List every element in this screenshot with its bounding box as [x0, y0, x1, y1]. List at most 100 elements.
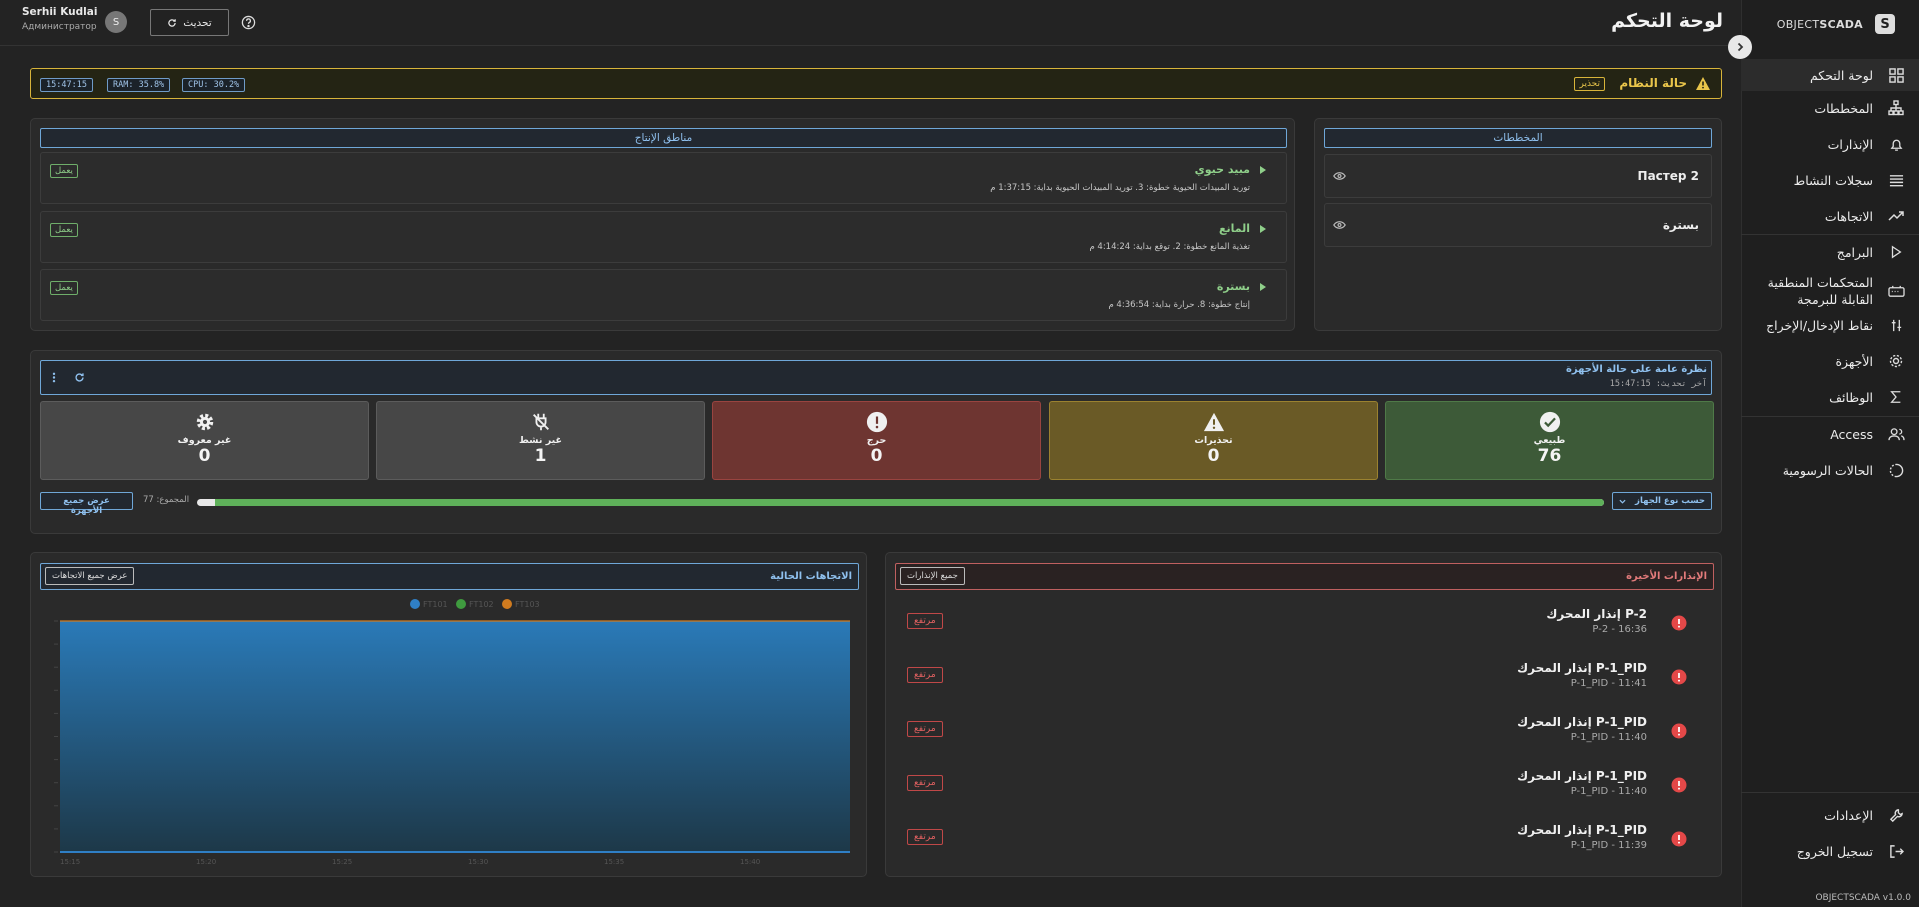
all-trends-button[interactable]: عرض جميع الاتجاهات [45, 567, 135, 585]
zone-item[interactable]: بسترة إنتاج خطوة: 8. حرارة بداية: 4:36:5… [40, 269, 1287, 321]
devices-overview-header: نظرة عامة على حالة الأجهزة آخر تحديث: 15… [40, 360, 1712, 395]
alarm-level-badge: مرتفع [907, 775, 943, 791]
sidebar-item-settings[interactable]: الإعدادات [1741, 799, 1919, 831]
alarm-item[interactable]: إنذار المحرك P-2 P-2 - 16:36 مرتفع [895, 600, 1699, 650]
avatar[interactable]: S [105, 11, 127, 33]
diagram-item-name: بسترة [1662, 218, 1699, 232]
diagrams-panel: المخططات Пастер 2 بسترة [1314, 118, 1722, 331]
gear-icon [1887, 352, 1905, 370]
all-alarms-button[interactable]: جميع الإنذارات [900, 567, 965, 585]
sidebar-item-functions[interactable]: الوظائف [1741, 381, 1919, 413]
device-card-warnings[interactable]: تحذيرات 0 [1049, 401, 1378, 480]
current-trends-title: الاتجاهات الحالية [770, 571, 852, 582]
dashboard-icon [1887, 66, 1905, 84]
diagram-item[interactable]: Пастер 2 [1324, 154, 1712, 198]
sidebar-item-dashboard[interactable]: لوحة التحكم [1741, 59, 1919, 91]
device-card-critical[interactable]: حرج 0 [712, 401, 1041, 480]
plc-icon [1887, 282, 1905, 300]
eye-icon[interactable] [1333, 171, 1346, 181]
sidebar-item-activity-logs[interactable]: سجلات النشاط [1741, 164, 1919, 196]
sidebar-item-diagrams[interactable]: المخططات [1741, 92, 1919, 124]
sidebar-item-graphic-states[interactable]: الحالات الرسومية [1741, 454, 1919, 486]
x-tick-label: 15:35 [604, 858, 624, 866]
page-title: لوحة التحكم [1611, 10, 1723, 32]
sidebar-item-label: Access [1830, 426, 1873, 442]
alarm-subtitle: P-1_PID - 11:41 [1570, 678, 1647, 689]
devices-overview-title: نظرة عامة على حالة الأجهزة [1565, 364, 1707, 375]
legend-item-ft103[interactable]: FT103 [502, 599, 540, 609]
group-by-dropdown[interactable]: حسب نوع الجهاز [1612, 492, 1712, 510]
logout-icon [1887, 842, 1905, 860]
user-role: Администратор [22, 22, 97, 32]
eye-icon[interactable] [1333, 220, 1346, 230]
alarm-subtitle: P-1_PID - 11:39 [1570, 840, 1647, 851]
legend-item-ft101[interactable]: FT101 [410, 599, 448, 609]
alarm-item[interactable]: إنذار المحرك P-1_PID P-1_PID - 11:40 مرت… [895, 708, 1699, 758]
x-tick-label: 15:15 [60, 858, 80, 866]
sidebar-item-alarms[interactable]: الإنذارات [1741, 128, 1919, 160]
sidebar-item-trends[interactable]: الاتجاهات [1741, 200, 1919, 232]
sidebar-item-label: البرامج [1836, 244, 1873, 260]
diagram-item[interactable]: بسترة [1324, 203, 1712, 247]
trend-chart[interactable]: FT101 FT102 FT103 15:15 15:20 15:25 15:30 15:3… [40, 598, 859, 870]
alarm-error-icon [1671, 777, 1687, 793]
current-trends-header: الاتجاهات الحالية عرض جميع الاتجاهات [40, 563, 859, 590]
refresh-icon [168, 18, 177, 27]
refresh-button[interactable]: تحديث [150, 9, 229, 36]
legend-swatch [410, 599, 420, 609]
alarm-item[interactable]: إنذار المحرك P-1_PID P-1_PID - 11:41 مرت… [895, 654, 1699, 704]
current-trends-panel: الاتجاهات الحالية عرض جميع الاتجاهات FT1… [30, 552, 867, 877]
device-card-value: 1 [534, 446, 547, 466]
sidebar-item-logout[interactable]: تسجيل الخروج [1741, 835, 1919, 867]
app-logo[interactable]: OBJECTSCADA S [1777, 14, 1895, 34]
alarm-title: إنذار المحرك P-2 [1546, 607, 1647, 621]
legend-label: FT101 [423, 600, 448, 609]
device-card-normal[interactable]: طبيعي 76 [1385, 401, 1714, 480]
show-all-devices-button[interactable]: عرض جميع الأجهزة [40, 492, 133, 516]
system-status-bar: حالة النظام تحذير 15:47:15 RAM: 35.8% CP… [30, 68, 1722, 99]
device-card-inactive[interactable]: غير نشط 1 [376, 401, 705, 480]
alarm-item[interactable]: إنذار المحرك P-1_PID P-1_PID - 11:39 مرت… [895, 816, 1699, 866]
cpu-chip: CPU: 30.2% [182, 78, 246, 92]
sidebar-item-access[interactable]: Access [1741, 418, 1919, 450]
sidebar-item-programs[interactable]: البرامج [1741, 236, 1919, 268]
zone-detail: توريد المبيدات الحيوية خطوة: 3. توريد ال… [990, 183, 1250, 193]
io-icon [1887, 316, 1905, 334]
trend-icon [1887, 207, 1905, 225]
error-circle-icon [866, 411, 887, 433]
sidebar-item-label: الإعدادات [1824, 807, 1873, 823]
recent-alarms-panel: الإنذارات الأخيرة جميع الإنذارات إنذار ا… [885, 552, 1722, 877]
warning-icon [1696, 77, 1710, 90]
diagram-item-name: Пастер 2 [1637, 169, 1699, 183]
sigma-icon [1887, 388, 1905, 406]
zone-item[interactable]: المانع تغذية المانع خطوة: 2. توقع بداية:… [40, 211, 1287, 263]
expand-arrow-icon[interactable] [1260, 283, 1266, 291]
zone-name: بسترة [1216, 280, 1250, 293]
device-card-label: غير معروف [177, 435, 232, 446]
sidebar-item-plc[interactable]: المتحكمات المنطقية القابلة للبرمجة [1741, 270, 1919, 312]
sidebar: OBJECTSCADA S لوحة التحكم المخططات الإنذ… [1741, 0, 1919, 907]
logo-text: OBJECTSCADA [1776, 17, 1863, 31]
sidebar-divider [1741, 416, 1919, 417]
legend-swatch [456, 599, 466, 609]
zone-detail: إنتاج خطوة: 8. حرارة بداية: 4:36:54 م [1108, 300, 1250, 310]
zone-item[interactable]: مبيد حيوي توريد المبيدات الحيوية خطوة: 3… [40, 152, 1287, 204]
expand-arrow-icon[interactable] [1260, 166, 1266, 174]
recent-alarms-header: الإنذارات الأخيرة جميع الإنذارات [895, 563, 1714, 590]
help-icon[interactable] [241, 15, 256, 30]
sidebar-item-label: الحالات الرسومية [1782, 462, 1873, 478]
legend-label: FT102 [469, 600, 494, 609]
legend-item-ft102[interactable]: FT102 [456, 599, 494, 609]
sidebar-item-io-points[interactable]: نقاط الإدخال/الإخراج [1741, 309, 1919, 341]
sidebar-collapse-button[interactable] [1728, 35, 1752, 59]
sidebar-item-label: تسجيل الخروج [1796, 843, 1873, 859]
device-card-unknown[interactable]: غير معروف 0 [40, 401, 369, 480]
x-tick-label: 15:30 [468, 858, 488, 866]
alarm-item[interactable]: إنذار المحرك P-1_PID P-1_PID - 11:40 مرت… [895, 762, 1699, 812]
refresh-icon[interactable] [74, 372, 85, 383]
more-vert-icon[interactable] [52, 372, 56, 383]
last-update: آخر تحديث: 15:47:15 [1609, 379, 1707, 389]
sidebar-item-devices[interactable]: الأجهزة [1741, 345, 1919, 377]
user-info[interactable]: Serhii Kudlai Администратор [22, 6, 97, 32]
expand-arrow-icon[interactable] [1260, 225, 1266, 233]
